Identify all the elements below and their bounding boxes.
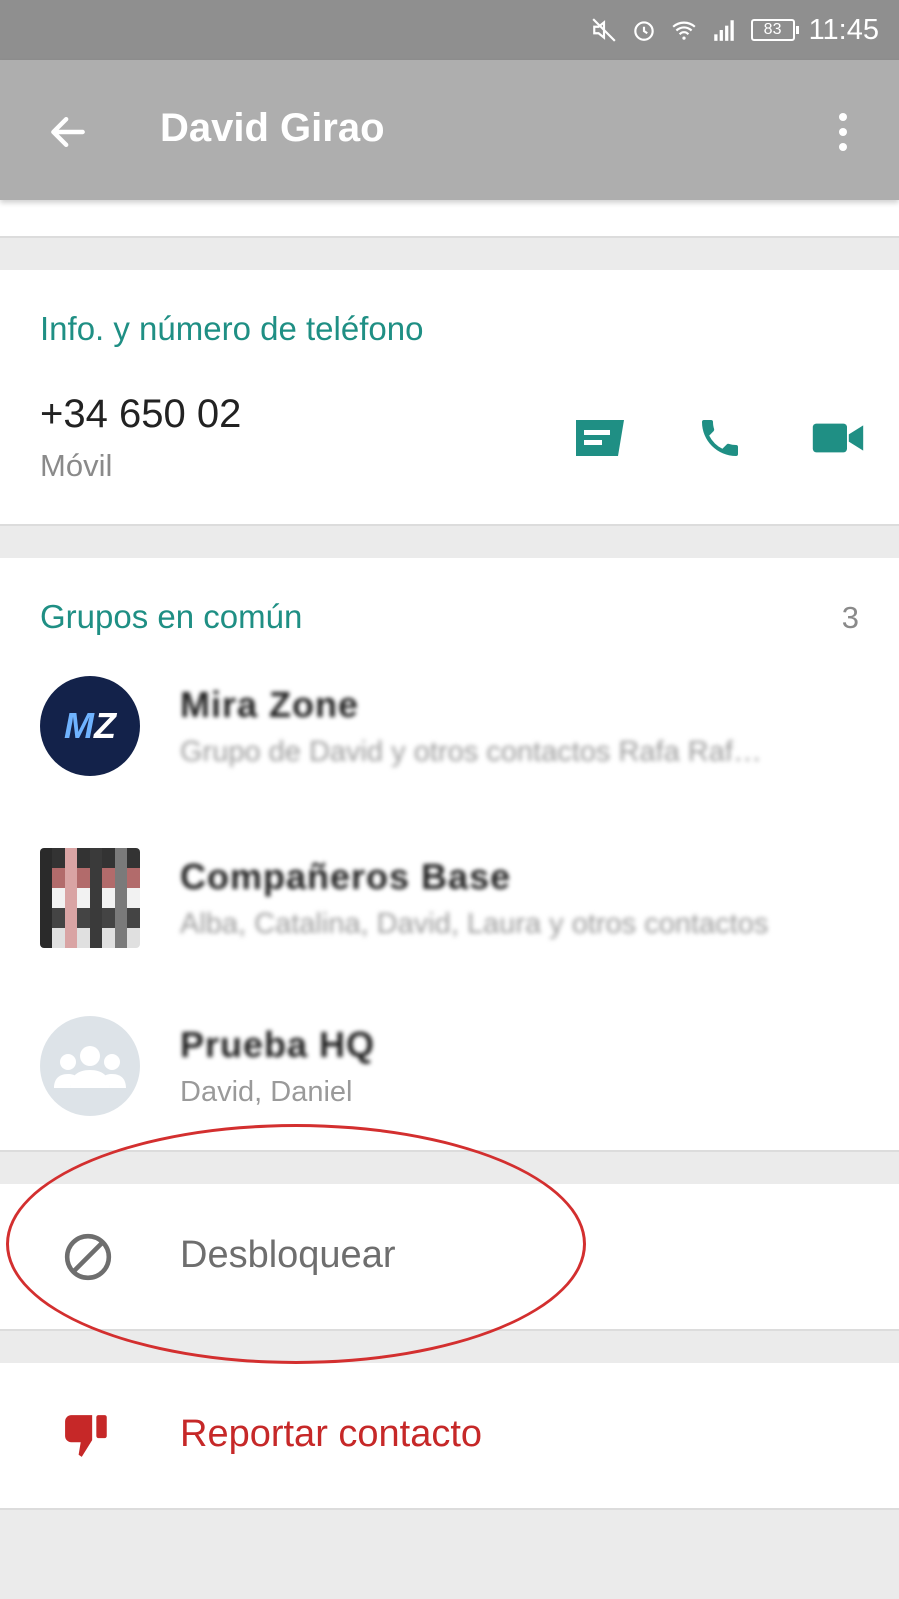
group-avatar-logo: MZ xyxy=(64,705,116,746)
group-members: Grupo de David y otros contactos Rafa Ra… xyxy=(180,736,762,768)
group-name: Mira Zone xyxy=(180,684,360,725)
group-avatar xyxy=(40,1016,140,1116)
signal-icon xyxy=(711,17,737,43)
mute-icon xyxy=(591,17,617,43)
report-label: Reportar contacto xyxy=(180,1413,483,1455)
contact-name: David Girao xyxy=(160,106,385,150)
phone-type: Móvil xyxy=(40,448,113,483)
clock: 11:45 xyxy=(808,13,879,46)
more-options-button[interactable] xyxy=(823,102,863,162)
arrow-left-icon xyxy=(51,116,85,148)
battery-icon: 83 xyxy=(750,19,799,41)
call-button[interactable] xyxy=(690,410,750,466)
app-bar: David Girao xyxy=(0,60,899,200)
info-section: Info. y número de teléfono +34 650 02 Mó… xyxy=(0,270,899,526)
more-vertical-icon xyxy=(839,113,847,151)
unblock-label: Desbloquear xyxy=(180,1234,396,1276)
report-contact-button[interactable]: Reportar contacto xyxy=(0,1363,899,1510)
phone-icon xyxy=(702,420,738,456)
message-button[interactable] xyxy=(570,410,630,466)
previous-section-card xyxy=(0,200,899,238)
message-icon xyxy=(576,420,624,456)
groups-count: 3 xyxy=(841,600,859,635)
group-icon xyxy=(54,1046,126,1088)
group-name: Prueba HQ xyxy=(180,1024,376,1065)
video-icon xyxy=(812,423,864,453)
groups-section: Grupos en común 3 MZ Mira Zone Grupo de … xyxy=(0,558,899,1152)
unblock-button[interactable]: Desbloquear xyxy=(0,1184,899,1331)
group-members: David, Daniel xyxy=(180,1076,353,1108)
alarm-icon xyxy=(631,17,657,43)
thumbs-down-icon xyxy=(62,1410,114,1462)
block-icon xyxy=(62,1231,114,1283)
wifi-icon xyxy=(671,17,697,43)
group-item[interactable]: MZ Mira Zone Grupo de David y otros cont… xyxy=(0,676,899,846)
phone-number[interactable]: +34 650 02 xyxy=(40,392,241,437)
groups-section-title: Grupos en común xyxy=(40,598,303,635)
group-item[interactable]: Prueba HQ David, Daniel xyxy=(0,1016,899,1186)
info-section-title: Info. y número de teléfono xyxy=(40,310,424,347)
group-members: Alba, Catalina, David, Laura y otros con… xyxy=(180,908,769,940)
group-item[interactable]: Compañeros Base Alba, Catalina, David, L… xyxy=(0,848,899,1018)
group-avatar: MZ xyxy=(40,676,140,776)
group-avatar xyxy=(40,848,140,948)
group-name: Compañeros Base xyxy=(180,856,512,897)
video-call-button[interactable] xyxy=(808,410,868,466)
back-button[interactable] xyxy=(40,104,96,160)
status-bar: 83 11:45 xyxy=(0,0,899,60)
